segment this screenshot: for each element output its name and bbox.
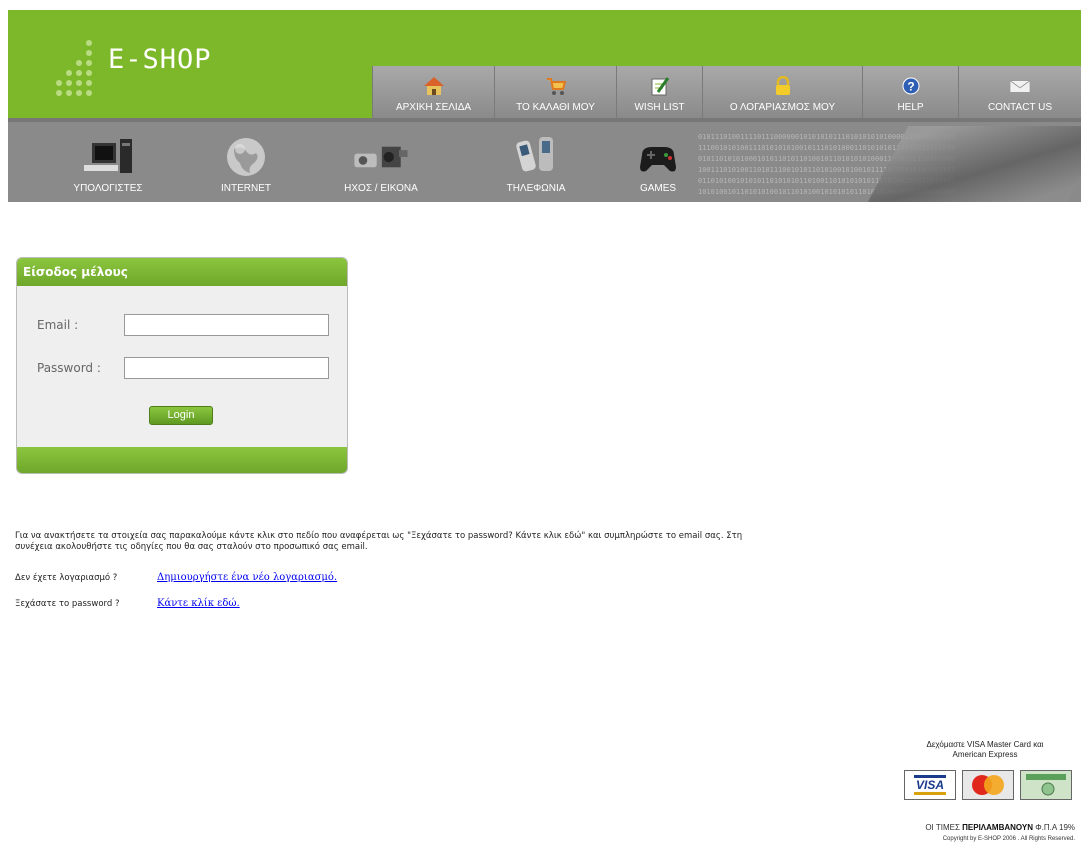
forgot-password-label: Ξεχάσατε το password ?	[15, 599, 120, 609]
logo-dots-icon	[52, 38, 102, 98]
nav-wishlist-label: WISH LIST	[634, 102, 685, 113]
nav-account-label: Ο ΛΟΓΑΡΙΑΣΜΟΣ ΜΟΥ	[729, 102, 836, 113]
envelope-icon	[1009, 76, 1031, 96]
visa-card-label: VISA	[913, 775, 946, 795]
category-internet-label: INTERNET	[221, 183, 271, 194]
nav-account[interactable]: Ο ΛΟΓΑΡΙΑΣΜΟΣ ΜΟΥ	[702, 66, 862, 118]
vat-notice-prefix: ΟΙ ΤΙΜΕΣ	[925, 823, 960, 832]
vat-notice: ΟΙ ΤΙΜΕΣ ΠΕΡΙΛΑΜΒΑΝΟΥΝ Φ.Π.Α 19%	[870, 823, 1075, 832]
password-row: Password :	[17, 357, 347, 381]
nav-wishlist[interactable]: WISH LIST	[616, 66, 702, 118]
no-account-row: Δεν έχετε λογαριασμό ? Δημιουργήστε ένα …	[15, 572, 337, 583]
nav-help[interactable]: ? HELP	[862, 66, 958, 118]
wishlist-icon	[649, 76, 671, 96]
category-bar: 0101110100111101110000001010101011101010…	[8, 118, 1081, 202]
create-account-link[interactable]: Δημιουργήστε ένα νέο λογαριασμό.	[157, 572, 337, 583]
nav-contact[interactable]: CONTACT US	[958, 66, 1081, 118]
email-label: Email :	[37, 318, 79, 332]
lock-icon	[772, 76, 794, 96]
category-games-label: GAMES	[639, 183, 677, 194]
email-row: Email :	[17, 314, 347, 338]
american-express-icon	[1020, 770, 1072, 800]
gamepad-icon	[628, 135, 688, 179]
nav-contact-label: CONTACT US	[987, 102, 1053, 113]
no-account-label: Δεν έχετε λογαριασμό ?	[15, 573, 118, 583]
vat-notice-bold: ΠΕΡΙΛΑΜΒΑΝΟΥΝ	[962, 823, 1034, 832]
svg-text:?: ?	[907, 80, 914, 94]
site-logo[interactable]: E-SHOP	[52, 38, 272, 98]
forgot-password-link[interactable]: Κάντε κλίκ εδώ.	[157, 598, 240, 609]
password-field[interactable]	[124, 357, 329, 379]
category-computers-label: ΥΠΟΛΟΓΙΣΤΕΣ	[73, 183, 143, 194]
phone-icon	[506, 135, 566, 179]
globe-icon	[216, 135, 276, 179]
email-field[interactable]	[124, 314, 329, 336]
accepted-cards-line1: Δεχόμαστε VISA Master Card και	[926, 740, 1044, 749]
category-internet[interactable]: INTERNET	[201, 122, 291, 202]
nav-home[interactable]: ΑΡΧΙΚΗ ΣΕΛΙΔΑ	[372, 66, 494, 118]
help-icon: ?	[900, 76, 922, 96]
nav-cart-label: ΤΟ ΚΑΛΑΘΙ ΜΟΥ	[516, 102, 595, 113]
category-games[interactable]: GAMES	[618, 122, 698, 202]
logo-text: E-SHOP	[108, 44, 212, 75]
payment-cards: VISA	[904, 770, 1072, 800]
mastercard-icon	[962, 770, 1014, 800]
copyright: Copyright by E-SHOP 2006 . All Rights Re…	[942, 836, 1075, 842]
top-navigation: ΑΡΧΙΚΗ ΣΕΛΙΔΑ ΤΟ ΚΑΛΑΘΙ ΜΟΥ WISH LIST Ο …	[372, 66, 1081, 118]
forgot-password-row: Ξεχάσατε το password ? Κάντε κλίκ εδώ.	[15, 598, 240, 609]
accepted-cards-text: Δεχόμαστε VISA Master Card και American …	[900, 740, 1070, 760]
category-telephony-label: ΤΗΛΕΦΩΝΙΑ	[506, 183, 566, 194]
camera-icon	[351, 135, 411, 179]
recovery-instructions: Για να ανακτήσετε τα στοιχεία σας παρακα…	[15, 531, 743, 552]
nav-cart[interactable]: ΤΟ ΚΑΛΑΘΙ ΜΟΥ	[494, 66, 616, 118]
nav-home-label: ΑΡΧΙΚΗ ΣΕΛΙΔΑ	[395, 102, 472, 113]
visa-card-icon: VISA	[904, 770, 956, 800]
category-sound-image[interactable]: ΗΧΟΣ / ΕΙΚΟΝΑ	[326, 122, 436, 202]
login-panel: Είσοδος μέλους Email : Password : Login	[16, 257, 348, 474]
category-telephony[interactable]: ΤΗΛΕΦΩΝΙΑ	[488, 122, 584, 202]
password-label: Password :	[37, 361, 101, 375]
home-icon	[423, 76, 445, 96]
computer-icon	[78, 135, 138, 179]
vat-notice-suffix: Φ.Π.Α 19%	[1035, 823, 1075, 832]
login-title: Είσοδος μέλους	[23, 265, 128, 279]
category-sound-image-label: ΗΧΟΣ / ΕΙΚΟΝΑ	[344, 183, 418, 194]
login-button[interactable]: Login	[149, 406, 213, 425]
cart-icon	[545, 76, 567, 96]
login-footer	[17, 447, 347, 473]
accepted-cards-line2: American Express	[952, 750, 1018, 759]
nav-help-label: HELP	[897, 102, 924, 113]
login-header: Είσοδος μέλους	[17, 258, 347, 286]
category-computers[interactable]: ΥΠΟΛΟΓΙΣΤΕΣ	[58, 122, 158, 202]
